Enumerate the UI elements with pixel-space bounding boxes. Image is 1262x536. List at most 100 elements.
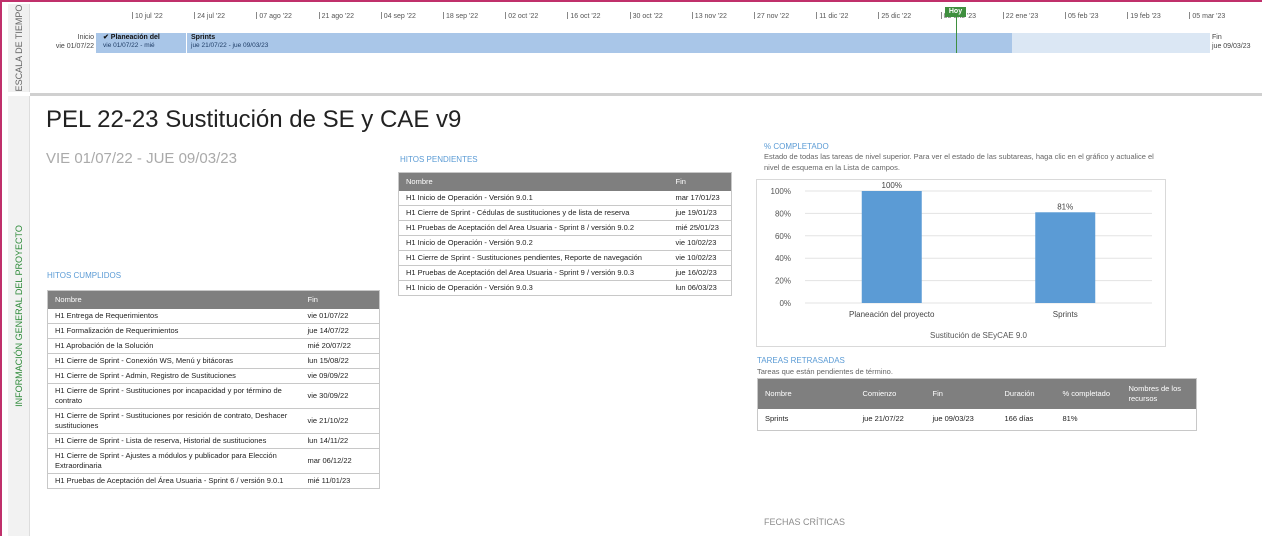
bar[interactable] (1035, 212, 1096, 303)
table-header-row: Nombre Fin (398, 172, 732, 191)
timeline-task-planeacion[interactable]: ✔ Planeación del vie 01/07/22 - mié (103, 34, 160, 50)
timeline-tick-label: 02 oct '22 (505, 12, 538, 20)
completado-chart[interactable]: 0% 20% 40% 60% 80% 100% 100% Planeación del pro… (757, 180, 1167, 348)
table-cell: H1 Inicio de Operación - Versión 9.0.1 (398, 190, 669, 206)
table-row[interactable]: Sprints jue 21/07/22 jue 09/03/23 166 días 8… (757, 408, 1197, 431)
timeline-start-label: Inicio (77, 34, 94, 41)
table-cell: vie 01/07/22 (300, 308, 380, 324)
table-cell: H1 Cierre de Sprint - Sustituciones por … (47, 408, 301, 434)
col-header[interactable]: Nombres de los recursos (1121, 378, 1197, 409)
timeline-side-label: ESCALA DE TIEMPO (13, 4, 24, 92)
col-header-nombre[interactable]: Nombre (398, 172, 669, 191)
timeline-end-label: Fin (1212, 34, 1222, 41)
table-row[interactable]: H1 Pruebas de Aceptación del Area Usuari… (398, 220, 732, 236)
x-axis-label: Sustitución de SEyCAE 9.0 (930, 331, 1027, 340)
col-header-fin[interactable]: Fin (300, 290, 380, 309)
timeline-bar-remaining[interactable] (1012, 33, 1210, 53)
table-row[interactable]: H1 Cierre de Sprint - Ajustes a módulos … (47, 448, 380, 474)
table-row[interactable]: H1 Entrega de Requerimientos vie 01/07/22 (47, 308, 380, 324)
table-cell: lun 06/03/23 (668, 280, 732, 296)
frame-left-border (0, 0, 2, 536)
col-header-nombre[interactable]: Nombre (47, 290, 301, 309)
table-cell: H1 Cierre de Sprint - Sustituciones pend… (398, 250, 669, 266)
timeline-task-sprints[interactable]: Sprints jue 21/07/22 - jue 09/03/23 (191, 34, 268, 50)
fechas-criticas-title: FECHAS CRÍTICAS (764, 517, 846, 527)
timeline-task-sprints-dates: jue 21/07/22 - jue 09/03/23 (191, 42, 269, 49)
table-row[interactable]: H1 Formalización de Requerimientos jue 14… (47, 323, 380, 339)
bar-data-label: 81% (1057, 202, 1073, 211)
col-header[interactable]: Nombre (757, 378, 856, 409)
table-row[interactable]: H1 Inicio de Operación - Versión 9.0.3 lu… (398, 280, 732, 296)
table-cell: Sprints (757, 408, 856, 431)
table-cell: H1 Cierre de Sprint - Sustituciones por … (47, 383, 301, 409)
table-row[interactable]: H1 Cierre de Sprint - Admin, Registro de… (47, 368, 380, 384)
col-header[interactable]: Duración (997, 378, 1056, 409)
table-row[interactable]: H1 Cierre de Sprint - Cédulas de sustitu… (398, 205, 732, 221)
bar[interactable] (861, 191, 922, 303)
table-row[interactable]: H1 Cierre de Sprint - Sustituciones por … (47, 383, 380, 409)
table-cell: jue 16/02/23 (668, 265, 732, 281)
timeline-tick-label: 30 oct '22 (630, 12, 663, 20)
table-cell: H1 Pruebas de Aceptación del Área Usuari… (47, 473, 301, 489)
timeline-tick-label: 07 ago '22 (256, 12, 291, 20)
table-cell: H1 Cierre de Sprint - Conexión WS, Menú … (47, 353, 301, 369)
col-header-fin[interactable]: Fin (668, 172, 732, 191)
timeline-end: Fin jue 09/03/23 (1212, 33, 1251, 51)
timeline-start-date: vie 01/07/22 (55, 43, 94, 50)
completado-chart-frame[interactable]: 0% 20% 40% 60% 80% 100% 100% Planeación del pro… (756, 179, 1166, 347)
table-cell: H1 Aprobación de la Solución (47, 338, 301, 354)
timeline-tick-label: 05 mar '23 (1189, 12, 1225, 20)
table-cell: 166 días (997, 408, 1056, 431)
timeline-tick-label: 11 dic '22 (816, 12, 848, 20)
table-cell: vie 09/09/22 (300, 368, 380, 384)
timeline-start: Inicio vie 01/07/22 (46, 33, 94, 51)
table-cell: vie 10/02/23 (668, 235, 732, 251)
table-cell: H1 Cierre de Sprint - Admin, Registro de… (47, 368, 301, 384)
table-cell: H1 Cierre de Sprint - Lista de reserva, … (47, 433, 301, 449)
today-marker: Hoy (945, 7, 966, 17)
table-cell: vie 21/10/22 (300, 408, 380, 434)
timeline-tick-label: 04 sep '22 (381, 12, 416, 20)
timeline-tick-label: 13 nov '22 (692, 12, 727, 20)
timeline-task-planeacion-name: ✔ Planeación del (103, 34, 160, 41)
completado-description: Estado de todas las tareas de nivel supe… (764, 152, 1154, 172)
timeline-tick-label: 05 feb '23 (1065, 12, 1099, 20)
table-cell: mar 06/12/22 (300, 448, 380, 474)
timeline-tick-label: 16 oct '22 (567, 12, 600, 20)
table-row[interactable]: H1 Pruebas de Aceptación del Área Usuari… (47, 473, 380, 489)
timeline-tick-label: 19 feb '23 (1127, 12, 1161, 20)
tareas-retrasadas-title: TAREAS RETRASADAS (757, 356, 845, 365)
table-cell: vie 30/09/22 (300, 383, 380, 409)
y-tick-label: 40% (775, 254, 791, 263)
project-info-side-label: INFORMACIÓN GENERAL DEL PROYECTO (13, 225, 24, 407)
project-info-side-tab[interactable]: INFORMACIÓN GENERAL DEL PROYECTO (8, 96, 30, 536)
x-category-label: Planeación del proyecto (849, 310, 935, 319)
table-row[interactable]: H1 Inicio de Operación - Versión 9.0.2 vi… (398, 235, 732, 251)
hitos-pendientes-table[interactable]: Nombre Fin H1 Inicio de Operación - Vers… (398, 172, 732, 296)
y-tick-label: 100% (771, 187, 791, 196)
timeline-tick-label: 10 jul '22 (132, 12, 163, 20)
table-row[interactable]: H1 Aprobación de la Solución mié 20/07/22 (47, 338, 380, 354)
table-row[interactable]: H1 Pruebas de Aceptación del Area Usuari… (398, 265, 732, 281)
hitos-cumplidos-table[interactable]: Nombre Fin H1 Entrega de Requerimientos v… (47, 290, 380, 489)
hitos-cumplidos-title: HITOS CUMPLIDOS (47, 271, 122, 280)
table-cell: H1 Inicio de Operación - Versión 9.0.2 (398, 235, 669, 251)
table-cell: vie 10/02/23 (668, 250, 732, 266)
table-row[interactable]: H1 Cierre de Sprint - Sustituciones pend… (398, 250, 732, 266)
table-cell: H1 Cierre de Sprint - Ajustes a módulos … (47, 448, 301, 474)
col-header[interactable]: Fin (925, 378, 998, 409)
y-tick-label: 80% (775, 209, 791, 218)
table-row[interactable]: H1 Cierre de Sprint - Lista de reserva, … (47, 433, 380, 449)
table-cell: H1 Cierre de Sprint - Cédulas de sustitu… (398, 205, 669, 221)
timeline-side-tab[interactable]: ESCALA DE TIEMPO (8, 4, 30, 92)
table-row[interactable]: H1 Inicio de Operación - Versión 9.0.1 ma… (398, 190, 732, 206)
col-header[interactable]: % completado (1055, 378, 1122, 409)
timeline-tick-label: 24 jul '22 (194, 12, 225, 20)
tareas-retrasadas-table[interactable]: Nombre Comienzo Fin Duración% completado Nom… (757, 378, 1197, 431)
frame-top-border (0, 0, 1262, 2)
table-cell: H1 Inicio de Operación - Versión 9.0.3 (398, 280, 669, 296)
timeline-task-planeacion-dates: vie 01/07/22 - mié (103, 42, 155, 49)
col-header[interactable]: Comienzo (855, 378, 926, 409)
table-row[interactable]: H1 Cierre de Sprint - Sustituciones por … (47, 408, 380, 434)
table-row[interactable]: H1 Cierre de Sprint - Conexión WS, Menú … (47, 353, 380, 369)
